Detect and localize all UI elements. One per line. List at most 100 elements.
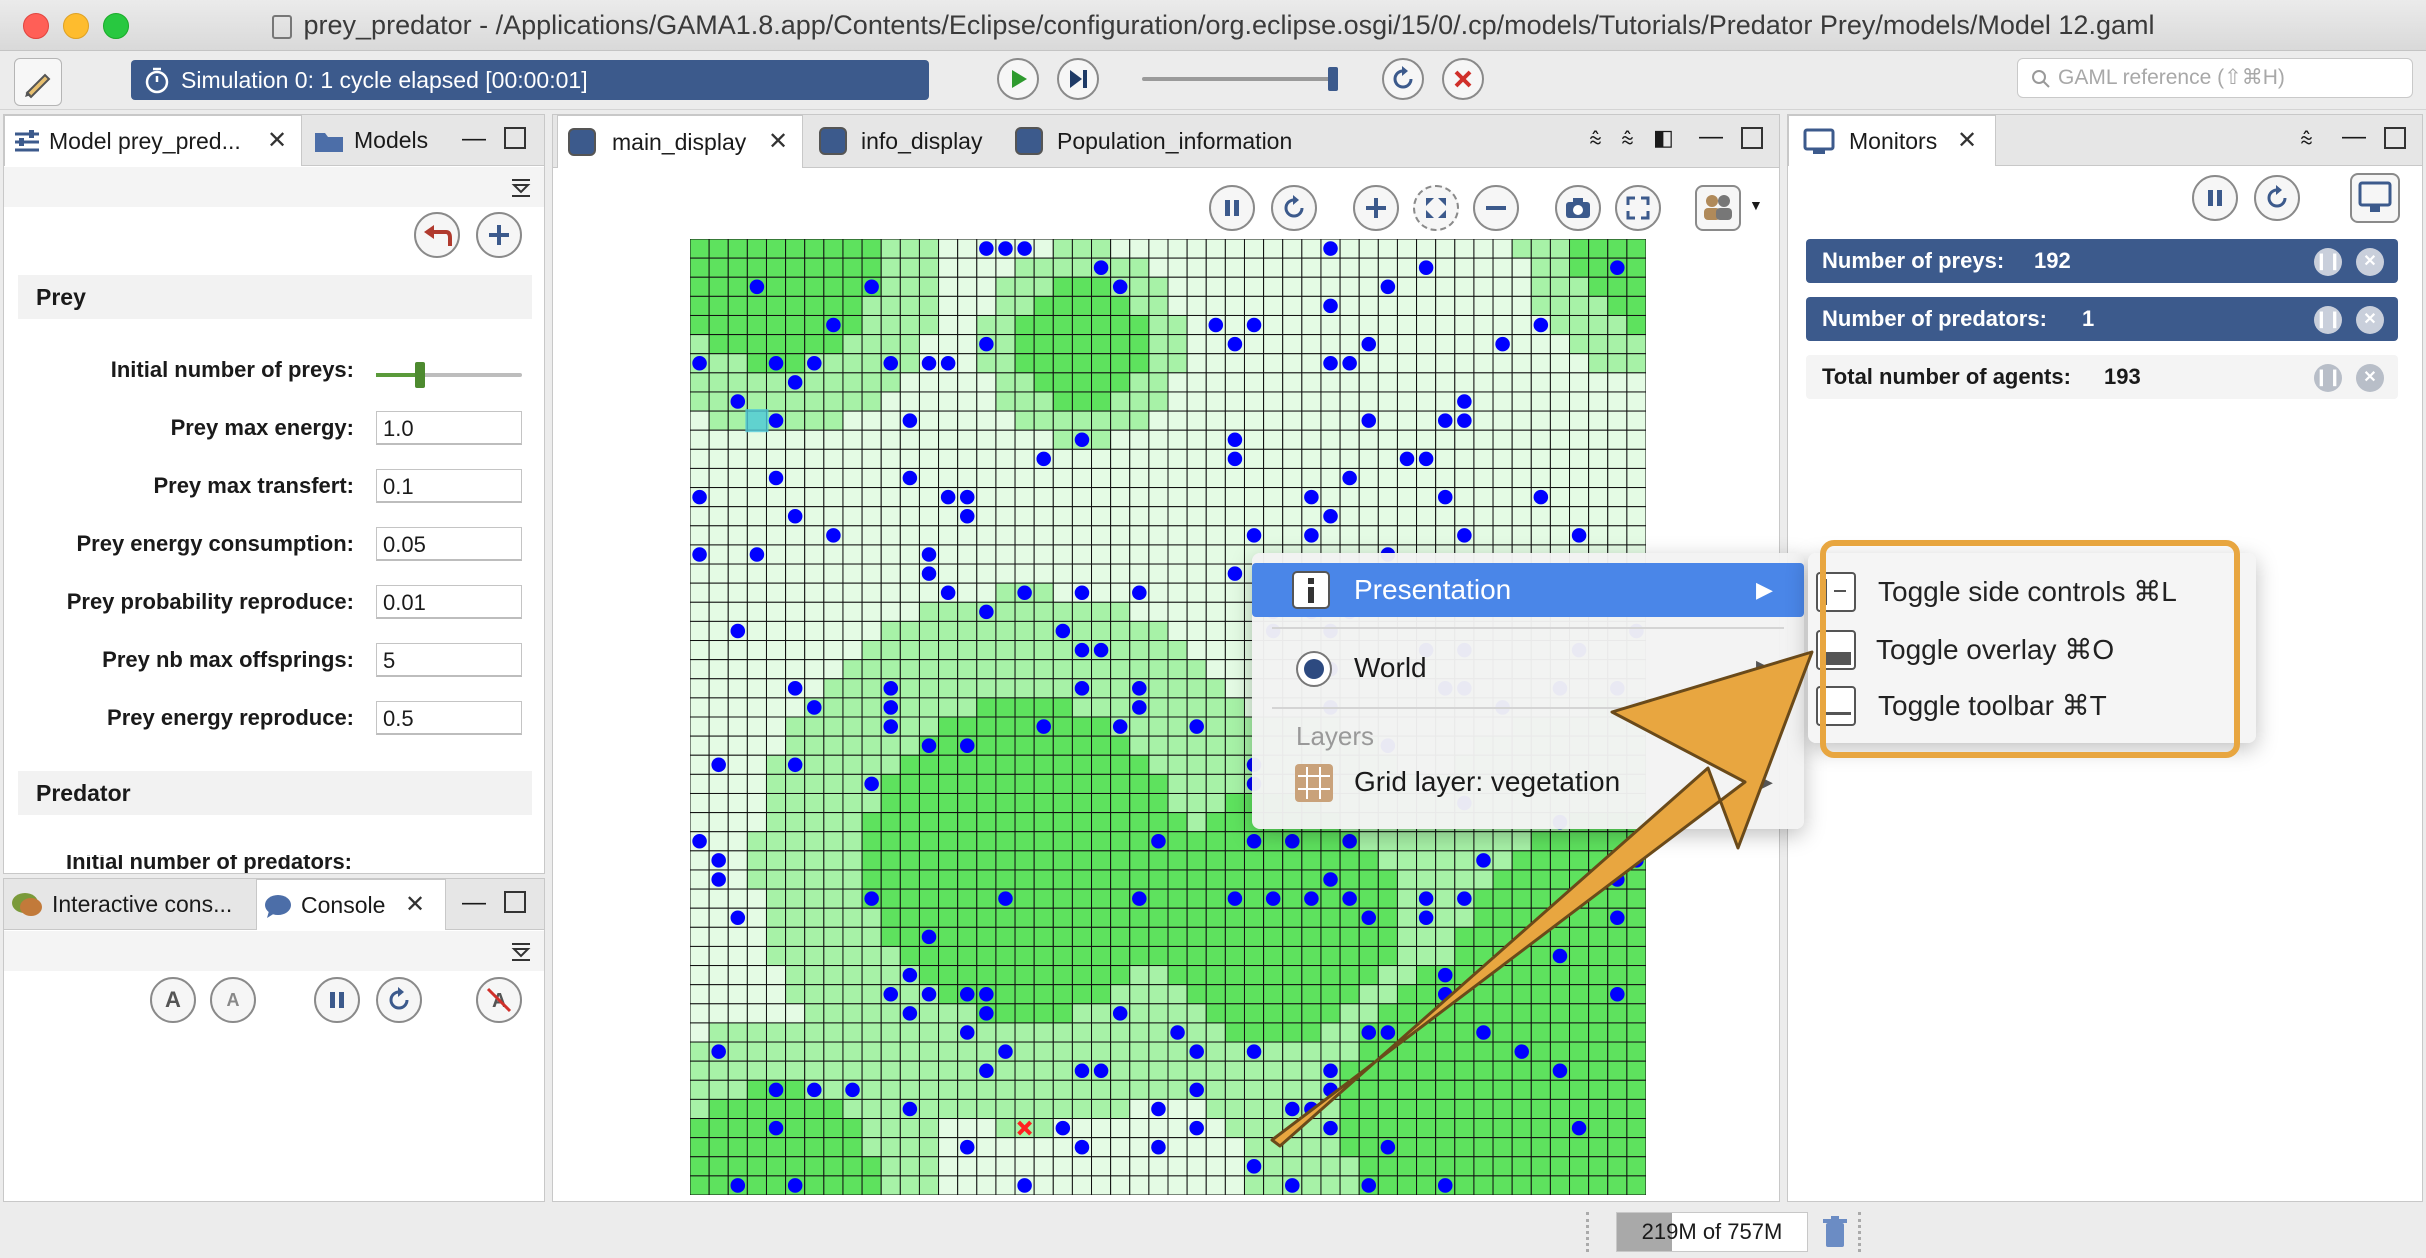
prey-agent[interactable] xyxy=(1093,260,1109,275)
prey-agent[interactable] xyxy=(1304,1101,1319,1117)
prey-agent[interactable] xyxy=(1285,1101,1300,1117)
prey-agent[interactable] xyxy=(768,1120,784,1136)
prey-agent[interactable] xyxy=(1170,1025,1185,1040)
tab-console[interactable]: Console ✕ xyxy=(256,879,446,930)
prey-agent[interactable] xyxy=(749,279,765,295)
prey-agent[interactable] xyxy=(1457,394,1472,409)
prey-agent[interactable] xyxy=(1323,1063,1338,1078)
prey-agent[interactable] xyxy=(1437,967,1453,983)
prey-agent[interactable] xyxy=(921,929,937,945)
prey-agent[interactable] xyxy=(787,681,803,696)
prey-agent[interactable] xyxy=(1476,1025,1491,1040)
prey-agent[interactable] xyxy=(692,356,707,371)
close-tab-icon[interactable]: ✕ xyxy=(405,880,425,930)
prey-agent[interactable] xyxy=(768,1082,784,1098)
prey-agent[interactable] xyxy=(1246,528,1262,543)
prey-agent[interactable] xyxy=(940,489,956,505)
prey-agent[interactable] xyxy=(807,356,822,371)
prey-agent[interactable] xyxy=(902,1006,918,1021)
prey-agent[interactable] xyxy=(921,356,937,371)
prey-agent[interactable] xyxy=(1571,528,1587,543)
memory-indicator[interactable]: 219M of 757M xyxy=(1616,1212,1808,1252)
prey-agent[interactable] xyxy=(711,872,726,887)
prey-agent[interactable] xyxy=(1285,834,1300,849)
prey-agent[interactable] xyxy=(1227,891,1243,906)
prey-agent[interactable] xyxy=(1323,1120,1338,1136)
prey-agent[interactable] xyxy=(1552,948,1568,964)
prey-agent[interactable] xyxy=(1380,1139,1396,1155)
prey-agent[interactable] xyxy=(1418,910,1434,926)
prey-agent[interactable] xyxy=(1610,872,1625,887)
prey-agent[interactable] xyxy=(864,776,879,792)
revert-parameters-button[interactable] xyxy=(414,212,460,258)
tab-monitors[interactable]: Monitors ✕ xyxy=(1788,115,1996,166)
prey-agent[interactable] xyxy=(1380,279,1396,295)
layout-stack-icon[interactable]: ⩯ xyxy=(2300,127,2313,153)
prey-agent[interactable] xyxy=(1074,642,1090,658)
prey-agent[interactable] xyxy=(1323,356,1338,371)
prey-agent[interactable] xyxy=(1074,585,1090,600)
prey-agent[interactable] xyxy=(1227,566,1243,581)
prey-agent[interactable] xyxy=(1227,432,1243,448)
prey-agent[interactable] xyxy=(692,834,707,849)
close-simulation-button[interactable] xyxy=(1442,58,1484,100)
prey-nb-max-offsprings-input[interactable]: 5 xyxy=(376,643,522,677)
prey-agent[interactable] xyxy=(883,986,899,1002)
prey-agent[interactable] xyxy=(1399,451,1415,467)
prey-agent[interactable] xyxy=(902,470,918,486)
agents-menu-button[interactable] xyxy=(1695,185,1741,231)
prey-agent[interactable] xyxy=(998,241,1013,256)
monitor-close-icon[interactable]: ✕ xyxy=(2356,364,2384,392)
prey-agent[interactable] xyxy=(1227,336,1243,352)
gaml-reference-search[interactable]: GAML reference (⇧⌘H) xyxy=(2017,58,2413,98)
prey-max-energy-input[interactable]: 1.0 xyxy=(376,411,522,445)
prey-agent[interactable] xyxy=(826,528,841,543)
prey-agent[interactable] xyxy=(1610,910,1625,926)
prey-agent[interactable] xyxy=(902,1101,918,1117)
minimize-icon[interactable]: — xyxy=(462,889,486,917)
prey-agent[interactable] xyxy=(1457,413,1472,428)
section-prey[interactable]: Prey xyxy=(18,275,532,319)
prey-agent[interactable] xyxy=(959,508,975,524)
prey-agent[interactable] xyxy=(845,1082,860,1098)
prey-agent[interactable] xyxy=(1323,1082,1338,1098)
prey-agent[interactable] xyxy=(1074,1063,1090,1078)
prey-agent[interactable] xyxy=(959,986,975,1002)
prey-agent[interactable] xyxy=(1017,1178,1032,1193)
prey-probability-reproduce-input[interactable]: 0.01 xyxy=(376,585,522,619)
monitor-total-number-of-agents[interactable]: Total number of agents: 193 ❙❙ ✕ xyxy=(1806,355,2398,399)
zoom-out-button[interactable] xyxy=(1473,185,1519,231)
prey-agent[interactable] xyxy=(1457,528,1472,543)
prey-agent[interactable] xyxy=(1132,681,1147,696)
prey-agent[interactable] xyxy=(730,394,746,409)
maximize-icon[interactable] xyxy=(2384,127,2406,149)
speed-slider[interactable] xyxy=(1142,67,1338,91)
prey-agent[interactable] xyxy=(979,604,994,620)
prey-agent[interactable] xyxy=(1055,1120,1071,1136)
prey-agent[interactable] xyxy=(1610,260,1625,275)
maximize-icon[interactable] xyxy=(504,127,526,149)
prey-agent[interactable] xyxy=(1437,986,1453,1002)
prey-agent[interactable] xyxy=(1342,834,1357,849)
prey-agent[interactable] xyxy=(959,1139,975,1155)
initial-preys-slider[interactable] xyxy=(376,362,522,388)
prey-agent[interactable] xyxy=(1189,1082,1204,1098)
minimize-icon[interactable]: — xyxy=(2342,123,2366,151)
prey-agent[interactable] xyxy=(730,623,746,639)
monitor-pause-icon[interactable]: ❙❙ xyxy=(2314,364,2342,392)
prey-energy-reproduce-input[interactable]: 0.5 xyxy=(376,701,522,735)
prey-agent[interactable] xyxy=(1112,1006,1128,1021)
prey-agent[interactable] xyxy=(1361,336,1377,352)
chevron-down-icon[interactable]: ▼ xyxy=(1749,197,1763,213)
step-button[interactable] xyxy=(1057,58,1099,100)
prey-agent[interactable] xyxy=(921,986,937,1002)
reload-button[interactable] xyxy=(1382,58,1424,100)
prey-agent[interactable] xyxy=(1437,1178,1453,1193)
prey-agent[interactable] xyxy=(1361,910,1377,926)
zoom-fit-button[interactable] xyxy=(1413,185,1459,231)
increase-font-button[interactable]: A xyxy=(150,977,196,1023)
tab-info-display[interactable]: info_display xyxy=(809,115,999,167)
prey-agent[interactable] xyxy=(1093,1063,1109,1078)
prey-agent[interactable] xyxy=(1323,241,1338,256)
snapshot-button[interactable] xyxy=(1555,185,1601,231)
